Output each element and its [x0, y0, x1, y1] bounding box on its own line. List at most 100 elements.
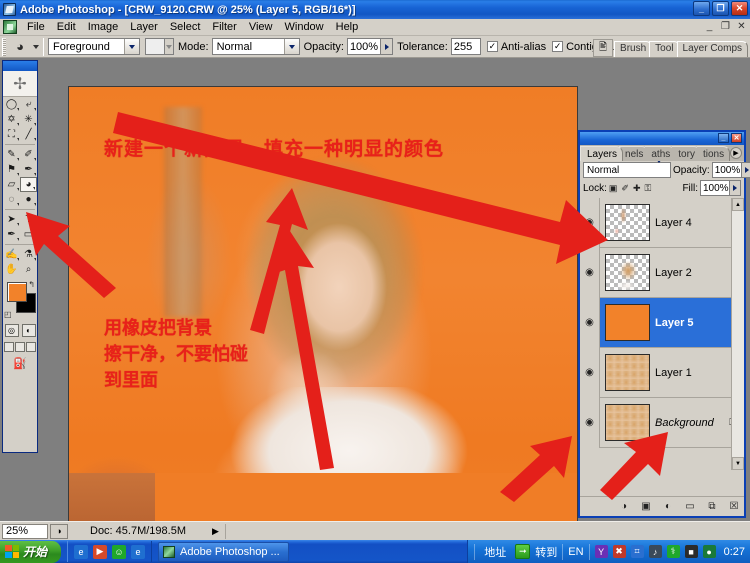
new-layer-button[interactable]: ⧉ [706, 500, 719, 513]
layers-palette-titlebar[interactable]: _ ✕ [580, 132, 744, 145]
type-tool[interactable]: T [20, 212, 37, 227]
zoom-level-input[interactable]: 25% [2, 523, 48, 539]
layers-palette-close-button[interactable]: ✕ [731, 133, 742, 143]
well-tab-brush[interactable]: Brush [614, 41, 653, 57]
layer-thumbnail[interactable] [605, 304, 650, 341]
full-screen-menubar-button[interactable] [14, 341, 25, 352]
swap-colors-icon[interactable]: ↰ [28, 280, 35, 289]
preview-icon[interactable]: ◑ [50, 523, 68, 539]
eyedropper-tool[interactable]: ⚗ [20, 247, 37, 262]
standard-mask-mode-button[interactable]: ◎ [4, 324, 19, 337]
document-restore-button[interactable]: ❐ [720, 21, 731, 32]
eraser-tool[interactable]: ▱ [3, 177, 20, 192]
lock-image-icon[interactable]: ✐ [621, 183, 629, 194]
opacity-stepper[interactable] [381, 38, 394, 55]
pattern-swatch[interactable] [145, 38, 165, 55]
system-clock[interactable]: 0:27 [724, 546, 745, 558]
paint-bucket-tool[interactable]: ◕ [20, 177, 37, 192]
network-icon[interactable]: ⌗ [630, 545, 644, 558]
layer-name[interactable]: Background [655, 417, 729, 429]
menu-window[interactable]: Window [279, 19, 330, 35]
table-row[interactable]: ◉ Layer 1 [580, 347, 744, 398]
yahoo-icon[interactable]: Y [594, 545, 608, 558]
fill-source-select[interactable]: Foreground [48, 38, 140, 55]
layer-fill-input[interactable]: 100% [700, 180, 730, 196]
tool-preset-chevron-down-icon[interactable] [33, 44, 39, 49]
browser-icon[interactable]: e [131, 544, 146, 559]
delete-layer-button[interactable]: ☒ [728, 500, 741, 513]
tab-actions[interactable]: tions [696, 146, 731, 161]
menu-view[interactable]: View [243, 19, 279, 35]
menu-edit[interactable]: Edit [51, 19, 82, 35]
taskbar-item-photoshop[interactable]: Adobe Photoshop ... [158, 541, 289, 562]
messenger-icon[interactable]: ☺ [112, 544, 127, 559]
slice-tool[interactable]: ╱ [20, 127, 37, 142]
palette-well-icon[interactable]: 🖹 [593, 39, 614, 57]
jump-to-imageready-icon[interactable]: ⛽ [3, 354, 37, 372]
lasso-tool[interactable]: ✡ [3, 112, 20, 127]
layers-scrollbar[interactable]: ▲ ▼ [731, 198, 744, 470]
pattern-swatch-group[interactable] [145, 38, 174, 55]
layer-thumbnail[interactable] [605, 204, 650, 241]
layer-visibility-eye-icon[interactable]: ◉ [580, 347, 600, 398]
history-brush-tool[interactable]: ✒ [20, 162, 37, 177]
lock-position-icon[interactable]: ✚ [633, 183, 641, 194]
ie-icon[interactable]: e [74, 544, 89, 559]
scroll-track[interactable] [732, 211, 744, 457]
globe-icon[interactable]: ● [702, 545, 716, 558]
minimize-button[interactable]: _ [693, 1, 710, 16]
paint-bucket-icon[interactable]: ◕ [9, 37, 31, 56]
antivirus-icon[interactable]: ⚕ [666, 545, 680, 558]
layer-visibility-eye-icon[interactable]: ◉ [580, 397, 600, 448]
layer-opacity-input[interactable]: 100% [711, 162, 742, 178]
language-indicator[interactable]: EN [568, 546, 583, 558]
palette-menu-icon[interactable]: ▶ [730, 147, 742, 159]
path-selection-tool[interactable]: ➤ [3, 212, 20, 227]
go-label[interactable]: 转到 [535, 544, 557, 560]
table-row[interactable]: ◉ Layer 4 [580, 198, 744, 248]
full-screen-mode-button[interactable] [26, 341, 37, 352]
zoom-tool[interactable]: ⌕ [20, 262, 37, 277]
brush-tool[interactable]: ✐ [20, 147, 37, 162]
crop-tool[interactable]: ⛶ [3, 127, 20, 142]
tab-layers[interactable]: Layers [580, 146, 624, 161]
table-row[interactable]: ◉ Layer 2 [580, 247, 744, 298]
move-tool[interactable]: ⤶ [20, 97, 37, 112]
layer-visibility-eye-icon[interactable]: ◉ [580, 247, 600, 298]
clone-stamp-tool[interactable]: ⚑ [3, 162, 20, 177]
opacity-input[interactable]: 100% [346, 38, 382, 55]
chevron-down-icon[interactable] [656, 159, 670, 177]
menu-layer[interactable]: Layer [124, 19, 164, 35]
menu-file[interactable]: File [21, 19, 51, 35]
lock-all-icon[interactable]: ⚿ [645, 183, 652, 194]
anti-alias-checkbox[interactable]: ✓ Anti-alias [486, 41, 546, 53]
menu-image[interactable]: Image [82, 19, 125, 35]
dodge-tool[interactable]: ● [20, 192, 37, 207]
quick-mask-mode-button[interactable]: ◐ [21, 324, 36, 337]
close-button[interactable]: ✕ [731, 1, 748, 16]
well-tab-tool[interactable]: Tool [649, 41, 680, 57]
chevron-down-icon[interactable] [283, 39, 299, 54]
lock-transparency-icon[interactable]: ▣ [609, 183, 618, 194]
foreground-color-swatch[interactable] [7, 282, 27, 302]
layers-palette-minimize-button[interactable]: _ [718, 133, 729, 143]
layer-thumbnail[interactable] [605, 404, 650, 441]
document-minimize-button[interactable]: _ [704, 21, 715, 32]
table-row[interactable]: ◉ Layer 5 [580, 297, 744, 348]
menu-select[interactable]: Select [164, 19, 207, 35]
layer-opacity-stepper[interactable] [741, 162, 750, 178]
layer-fill-stepper[interactable] [730, 180, 741, 196]
layer-visibility-eye-icon[interactable]: ◉ [580, 297, 600, 348]
menu-help[interactable]: Help [330, 19, 365, 35]
marquee-tool[interactable]: ◯ [3, 97, 20, 112]
layer-thumbnail[interactable] [605, 254, 650, 291]
volume-icon[interactable]: ♪ [648, 545, 662, 558]
options-bar-grip[interactable] [2, 37, 6, 56]
healing-brush-tool[interactable]: ✎ [3, 147, 20, 162]
default-colors-icon[interactable]: ◰ [4, 310, 12, 319]
network-disconnected-icon[interactable]: ✖ [612, 545, 626, 558]
toolbox-titlebar[interactable] [3, 61, 37, 71]
maximize-button[interactable]: ❐ [712, 1, 729, 16]
layer-blend-mode-select[interactable]: Normal [583, 159, 671, 178]
chevron-down-icon[interactable] [124, 39, 139, 54]
